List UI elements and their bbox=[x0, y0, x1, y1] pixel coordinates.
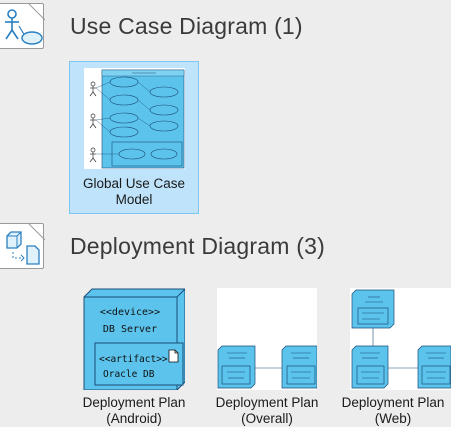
label-line-2: (Overall) bbox=[241, 411, 293, 426]
label-line-1: Global Use Case bbox=[82, 176, 186, 191]
label-line-2: Model bbox=[115, 192, 153, 207]
label-line-1: Deployment Plan bbox=[215, 395, 319, 410]
diagram-card-label: Deployment Plan (Web) bbox=[335, 395, 451, 427]
label-line-1: Deployment Plan bbox=[341, 395, 445, 410]
section-title-deployment: Deployment Diagram (3) bbox=[70, 233, 325, 259]
diagram-card-global-use-case-model[interactable]: Global Use Case Model bbox=[69, 61, 199, 214]
diagram-thumbnail bbox=[350, 288, 451, 390]
artifact-stereotype: <<artifact>> bbox=[99, 354, 168, 365]
diagram-thumbnail: <<device>> DB Server <<artifact>> Oracle… bbox=[83, 288, 185, 390]
label-line-2: (Web) bbox=[374, 411, 412, 426]
diagram-card-label: Deployment Plan (Overall) bbox=[202, 395, 332, 427]
deployment-diagram-icon bbox=[0, 223, 46, 269]
device-name: DB Server bbox=[103, 324, 157, 335]
diagram-thumbnail bbox=[217, 288, 317, 390]
diagram-card-deployment-web[interactable]: Deployment Plan (Web) bbox=[335, 281, 451, 427]
use-case-diagram-icon bbox=[0, 3, 46, 49]
device-stereotype: <<device>> bbox=[100, 307, 160, 318]
section-title-use-case: Use Case Diagram (1) bbox=[70, 13, 303, 39]
label-line-1: Deployment Plan bbox=[82, 395, 186, 410]
diagram-card-deployment-overall[interactable]: Deployment Plan (Overall) bbox=[202, 281, 332, 427]
diagram-thumbnail bbox=[84, 68, 185, 169]
label-line-2: (Android) bbox=[106, 411, 162, 426]
diagram-card-label: Deployment Plan (Android) bbox=[69, 395, 199, 427]
artifact-icon bbox=[168, 349, 179, 363]
artifact-name: Oracle DB bbox=[103, 369, 155, 380]
diagram-card-deployment-android[interactable]: <<device>> DB Server <<artifact>> Oracle… bbox=[69, 281, 199, 427]
diagram-card-label: Global Use Case Model bbox=[70, 176, 198, 208]
